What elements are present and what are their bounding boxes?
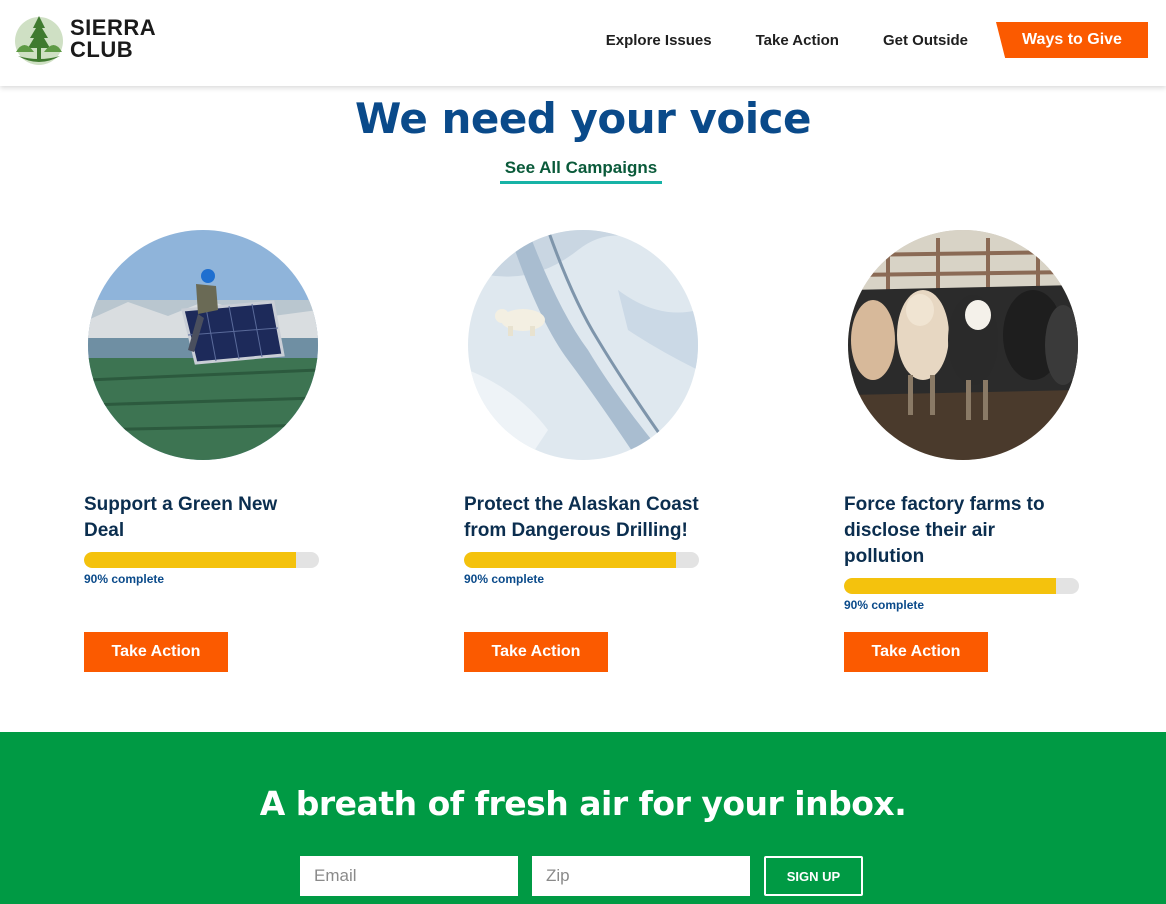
newsletter-title: A breath of fresh air for your inbox.	[259, 784, 907, 823]
progress-label: 90% complete	[84, 572, 165, 586]
take-action-button[interactable]: Take Action	[464, 632, 608, 672]
campaign-card: Force factory farms to disclose their ai…	[844, 230, 1084, 612]
take-action-button[interactable]: Take Action	[84, 632, 228, 672]
nav-explore-issues[interactable]: Explore Issues	[606, 32, 712, 49]
progress-fill	[464, 552, 676, 568]
newsletter-section: A breath of fresh air for your inbox. SI…	[0, 732, 1166, 904]
progress-label: 90% complete	[464, 572, 545, 586]
tree-mountain-logo-icon	[15, 16, 63, 65]
campaign-progress-bar	[844, 578, 1079, 594]
sign-up-button[interactable]: SIGN UP	[764, 856, 863, 896]
page-title: We need your voice	[355, 94, 811, 143]
see-all-campaigns-link[interactable]: See All Campaigns	[500, 158, 662, 184]
campaign-progress-bar	[464, 552, 699, 568]
progress-label: 90% complete	[844, 598, 925, 612]
zip-field[interactable]	[532, 856, 750, 896]
ways-to-give-button[interactable]: Ways to Give	[996, 22, 1148, 58]
solar-panel-worker-photo[interactable]	[88, 230, 318, 460]
campaign-progress-bar	[84, 552, 319, 568]
campaign-title[interactable]: Support a Green New Deal	[84, 492, 320, 544]
campaign-card: Support a Green New Deal 90% complete	[84, 230, 324, 586]
cattle-feedlot-photo[interactable]	[848, 230, 1078, 460]
nav-take-action[interactable]: Take Action	[756, 32, 839, 49]
progress-fill	[84, 552, 296, 568]
polar-bear-sea-ice-photo[interactable]	[468, 230, 698, 460]
sierra-club-logo[interactable]: SIERRA CLUB	[12, 12, 162, 66]
nav-get-outside[interactable]: Get Outside	[883, 32, 968, 49]
main-nav: Explore Issues Take Action Get Outside W…	[606, 0, 1148, 80]
logo-line-1: SIERRA	[70, 15, 157, 40]
site-header: SIERRA CLUB Explore Issues Take Action G…	[0, 0, 1166, 86]
campaign-card: Protect the Alaskan Coast from Dangerous…	[464, 230, 704, 586]
email-field[interactable]	[300, 856, 518, 896]
campaign-title[interactable]: Protect the Alaskan Coast from Dangerous…	[464, 492, 700, 544]
take-action-button[interactable]: Take Action	[844, 632, 988, 672]
progress-fill	[844, 578, 1056, 594]
campaign-title[interactable]: Force factory farms to disclose their ai…	[844, 492, 1080, 570]
logo-line-2: CLUB	[70, 37, 134, 62]
